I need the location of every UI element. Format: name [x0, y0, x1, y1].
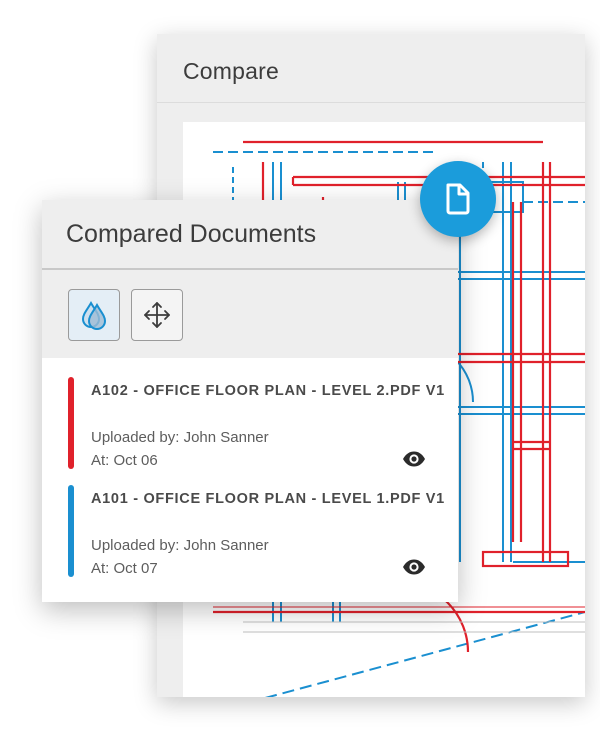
document-list-item: A102 - OFFICE FLOOR PLAN - LEVEL 2.PDF V… [42, 375, 458, 475]
document-uploader: Uploaded by: John Sanner [91, 429, 269, 446]
toggle-visibility-button[interactable] [400, 448, 428, 470]
panel-header: Compared Documents [42, 200, 458, 358]
document-name: A101 - OFFICE FLOOR PLAN - LEVEL 1.PDF V… [91, 491, 445, 507]
document-list-item: A101 - OFFICE FLOOR PLAN - LEVEL 1.PDF V… [42, 483, 458, 583]
eye-icon [403, 451, 425, 467]
document-date: At: Oct 06 [91, 452, 158, 469]
document-color-indicator [68, 485, 74, 577]
overlay-drops-icon [81, 300, 107, 330]
document-name: A102 - OFFICE FLOOR PLAN - LEVEL 2.PDF V… [91, 383, 445, 399]
move-button[interactable] [131, 289, 183, 341]
document-icon [446, 183, 470, 215]
compare-title: Compare [183, 58, 279, 84]
eye-icon [403, 559, 425, 575]
panel-title: Compared Documents [66, 220, 317, 248]
move-arrows-icon [144, 302, 170, 328]
divider [42, 268, 458, 270]
toggle-visibility-button[interactable] [400, 556, 428, 578]
document-fab-button[interactable] [420, 161, 496, 237]
document-uploader: Uploaded by: John Sanner [91, 537, 269, 554]
document-color-indicator [68, 377, 74, 469]
document-date: At: Oct 07 [91, 560, 158, 577]
overlay-button[interactable] [68, 289, 120, 341]
divider [157, 102, 585, 103]
compared-documents-panel: Compared Documents A102 - OFFICE FLOOR P… [42, 200, 458, 602]
